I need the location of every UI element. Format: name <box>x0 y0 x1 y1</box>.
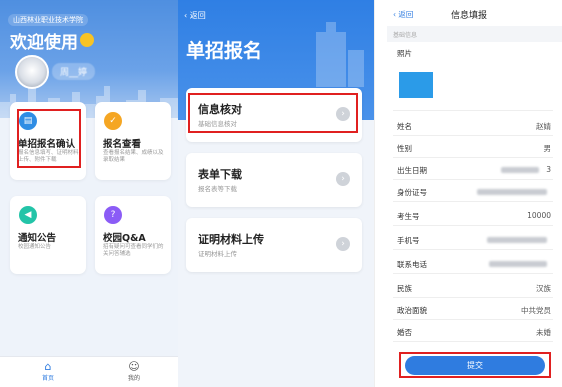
smile-emoji-icon <box>80 33 94 47</box>
field-row[interactable]: 手机号 <box>393 228 553 250</box>
page-title: 单招报名 <box>186 40 263 62</box>
redacted-value <box>501 167 539 173</box>
school-name: 山西林业职业技术学院 <box>8 14 88 26</box>
redacted-value <box>477 189 547 195</box>
back-button[interactable]: ‹ 返回 <box>184 10 206 21</box>
field-label: 民族 <box>397 284 412 293</box>
field-row[interactable]: 性别 男 <box>393 136 553 158</box>
nav-bar: ‹ 返回 信息填报 <box>375 0 562 26</box>
section-header: 基础信息 <box>387 26 562 42</box>
highlight-box <box>188 93 358 133</box>
field-value: 男 <box>543 144 552 153</box>
redacted-value <box>489 261 547 267</box>
menu-item-upload[interactable]: 证明材料上传 证明材料上传 › <box>186 218 362 272</box>
card-title: 校园Q&A <box>103 233 146 244</box>
redacted-value <box>487 237 547 243</box>
card-desc: 招有疑问可查看同学们的关问答辅选 <box>103 244 164 258</box>
question-icon: ? <box>104 206 122 224</box>
field-label: 身份证号 <box>397 188 427 197</box>
field-label: 手机号 <box>397 236 420 245</box>
field-label: 性别 <box>397 144 412 153</box>
photo-upload[interactable] <box>399 72 433 98</box>
field-value: 中共党员 <box>521 306 551 315</box>
smile-icon: ☺ <box>128 360 140 373</box>
field-label: 考生号 <box>397 212 420 221</box>
field-label: 联系电话 <box>397 260 427 269</box>
megaphone-icon: ◀ <box>19 206 37 224</box>
field-value: 赵婧 <box>536 122 551 131</box>
card-desc: 查看报名结果、成绩以及录取结果 <box>103 150 164 164</box>
field-value: 3 <box>546 165 551 174</box>
item-title: 表单下载 <box>198 168 242 181</box>
card-title: 通知公告 <box>18 233 57 244</box>
field-label: 姓名 <box>397 122 412 131</box>
field-value: 汉族 <box>536 284 551 293</box>
field-value: 未婚 <box>536 328 551 337</box>
welcome-title: 欢迎使用 <box>10 28 94 53</box>
field-label: 婚否 <box>397 328 412 337</box>
page-title: 信息填报 <box>450 11 487 21</box>
info-form-screen: ‹ 返回 信息填报 基础信息 照片 姓名 赵婧 性别 男 出生日期 3 身份证号… <box>374 0 562 387</box>
card-campus-qa[interactable]: ? 校园Q&A 招有疑问可查看同学们的关问答辅选 <box>95 196 171 274</box>
submit-button[interactable]: 提交 <box>405 356 545 375</box>
field-row[interactable]: 姓名 赵婧 <box>393 114 553 136</box>
item-subtitle: 报名表等下载 <box>198 185 237 193</box>
field-row[interactable]: 出生日期 3 <box>393 158 553 180</box>
field-label: 政治面貌 <box>397 306 427 315</box>
field-row[interactable]: 婚否 未婚 <box>393 320 553 342</box>
tab-label: 我的 <box>127 375 140 382</box>
building-decoration <box>316 22 364 87</box>
tab-home[interactable]: ⌂ 首页 <box>18 360 78 382</box>
home-header: 山西林业职业技术学院 欢迎使用 周__婷 <box>0 0 178 118</box>
chevron-right-icon: › <box>336 237 350 251</box>
tab-mine[interactable]: ☺ 我的 <box>104 360 164 382</box>
photo-label: 照片 <box>397 49 412 58</box>
home-screen: 山西林业职业技术学院 欢迎使用 周__婷 ▤ 单招报名确认 报名信息填写、证明材… <box>0 0 178 387</box>
field-row[interactable]: 政治面貌 中共党员 <box>393 298 553 320</box>
home-icon: ⌂ <box>44 360 52 373</box>
card-notices[interactable]: ◀ 通知公告 校园通知公告 <box>10 196 86 274</box>
tab-label: 首页 <box>41 375 54 382</box>
menu-item-form-download[interactable]: 表单下载 报名表等下载 › <box>186 153 362 207</box>
check-icon: ✓ <box>104 112 122 130</box>
item-subtitle: 证明材料上传 <box>198 250 237 258</box>
field-label: 出生日期 <box>397 166 427 175</box>
field-row[interactable]: 民族 汉族 <box>393 276 553 298</box>
tab-bar: ⌂ 首页 ☺ 我的 <box>0 356 178 387</box>
item-title: 证明材料上传 <box>198 233 264 246</box>
avatar[interactable] <box>15 55 49 89</box>
chevron-right-icon: › <box>336 172 350 186</box>
field-row[interactable]: 联系电话 <box>393 252 553 274</box>
card-title: 报名查看 <box>103 139 142 150</box>
field-row[interactable]: 身份证号 <box>393 180 553 202</box>
card-apply-view[interactable]: ✓ 报名查看 查看报名结果、成绩以及录取结果 <box>95 102 171 180</box>
user-name: 周__婷 <box>52 63 96 80</box>
field-value: 10000 <box>527 211 551 220</box>
highlight-box <box>17 109 81 168</box>
apply-screen: ‹ 返回 单招报名 信息核对 基础信息核对 › 表单下载 报名表等下载 › 证明… <box>178 0 374 387</box>
card-desc: 校园通知公告 <box>18 244 52 250</box>
field-row[interactable]: 考生号 10000 <box>393 204 553 226</box>
divider <box>393 110 553 111</box>
